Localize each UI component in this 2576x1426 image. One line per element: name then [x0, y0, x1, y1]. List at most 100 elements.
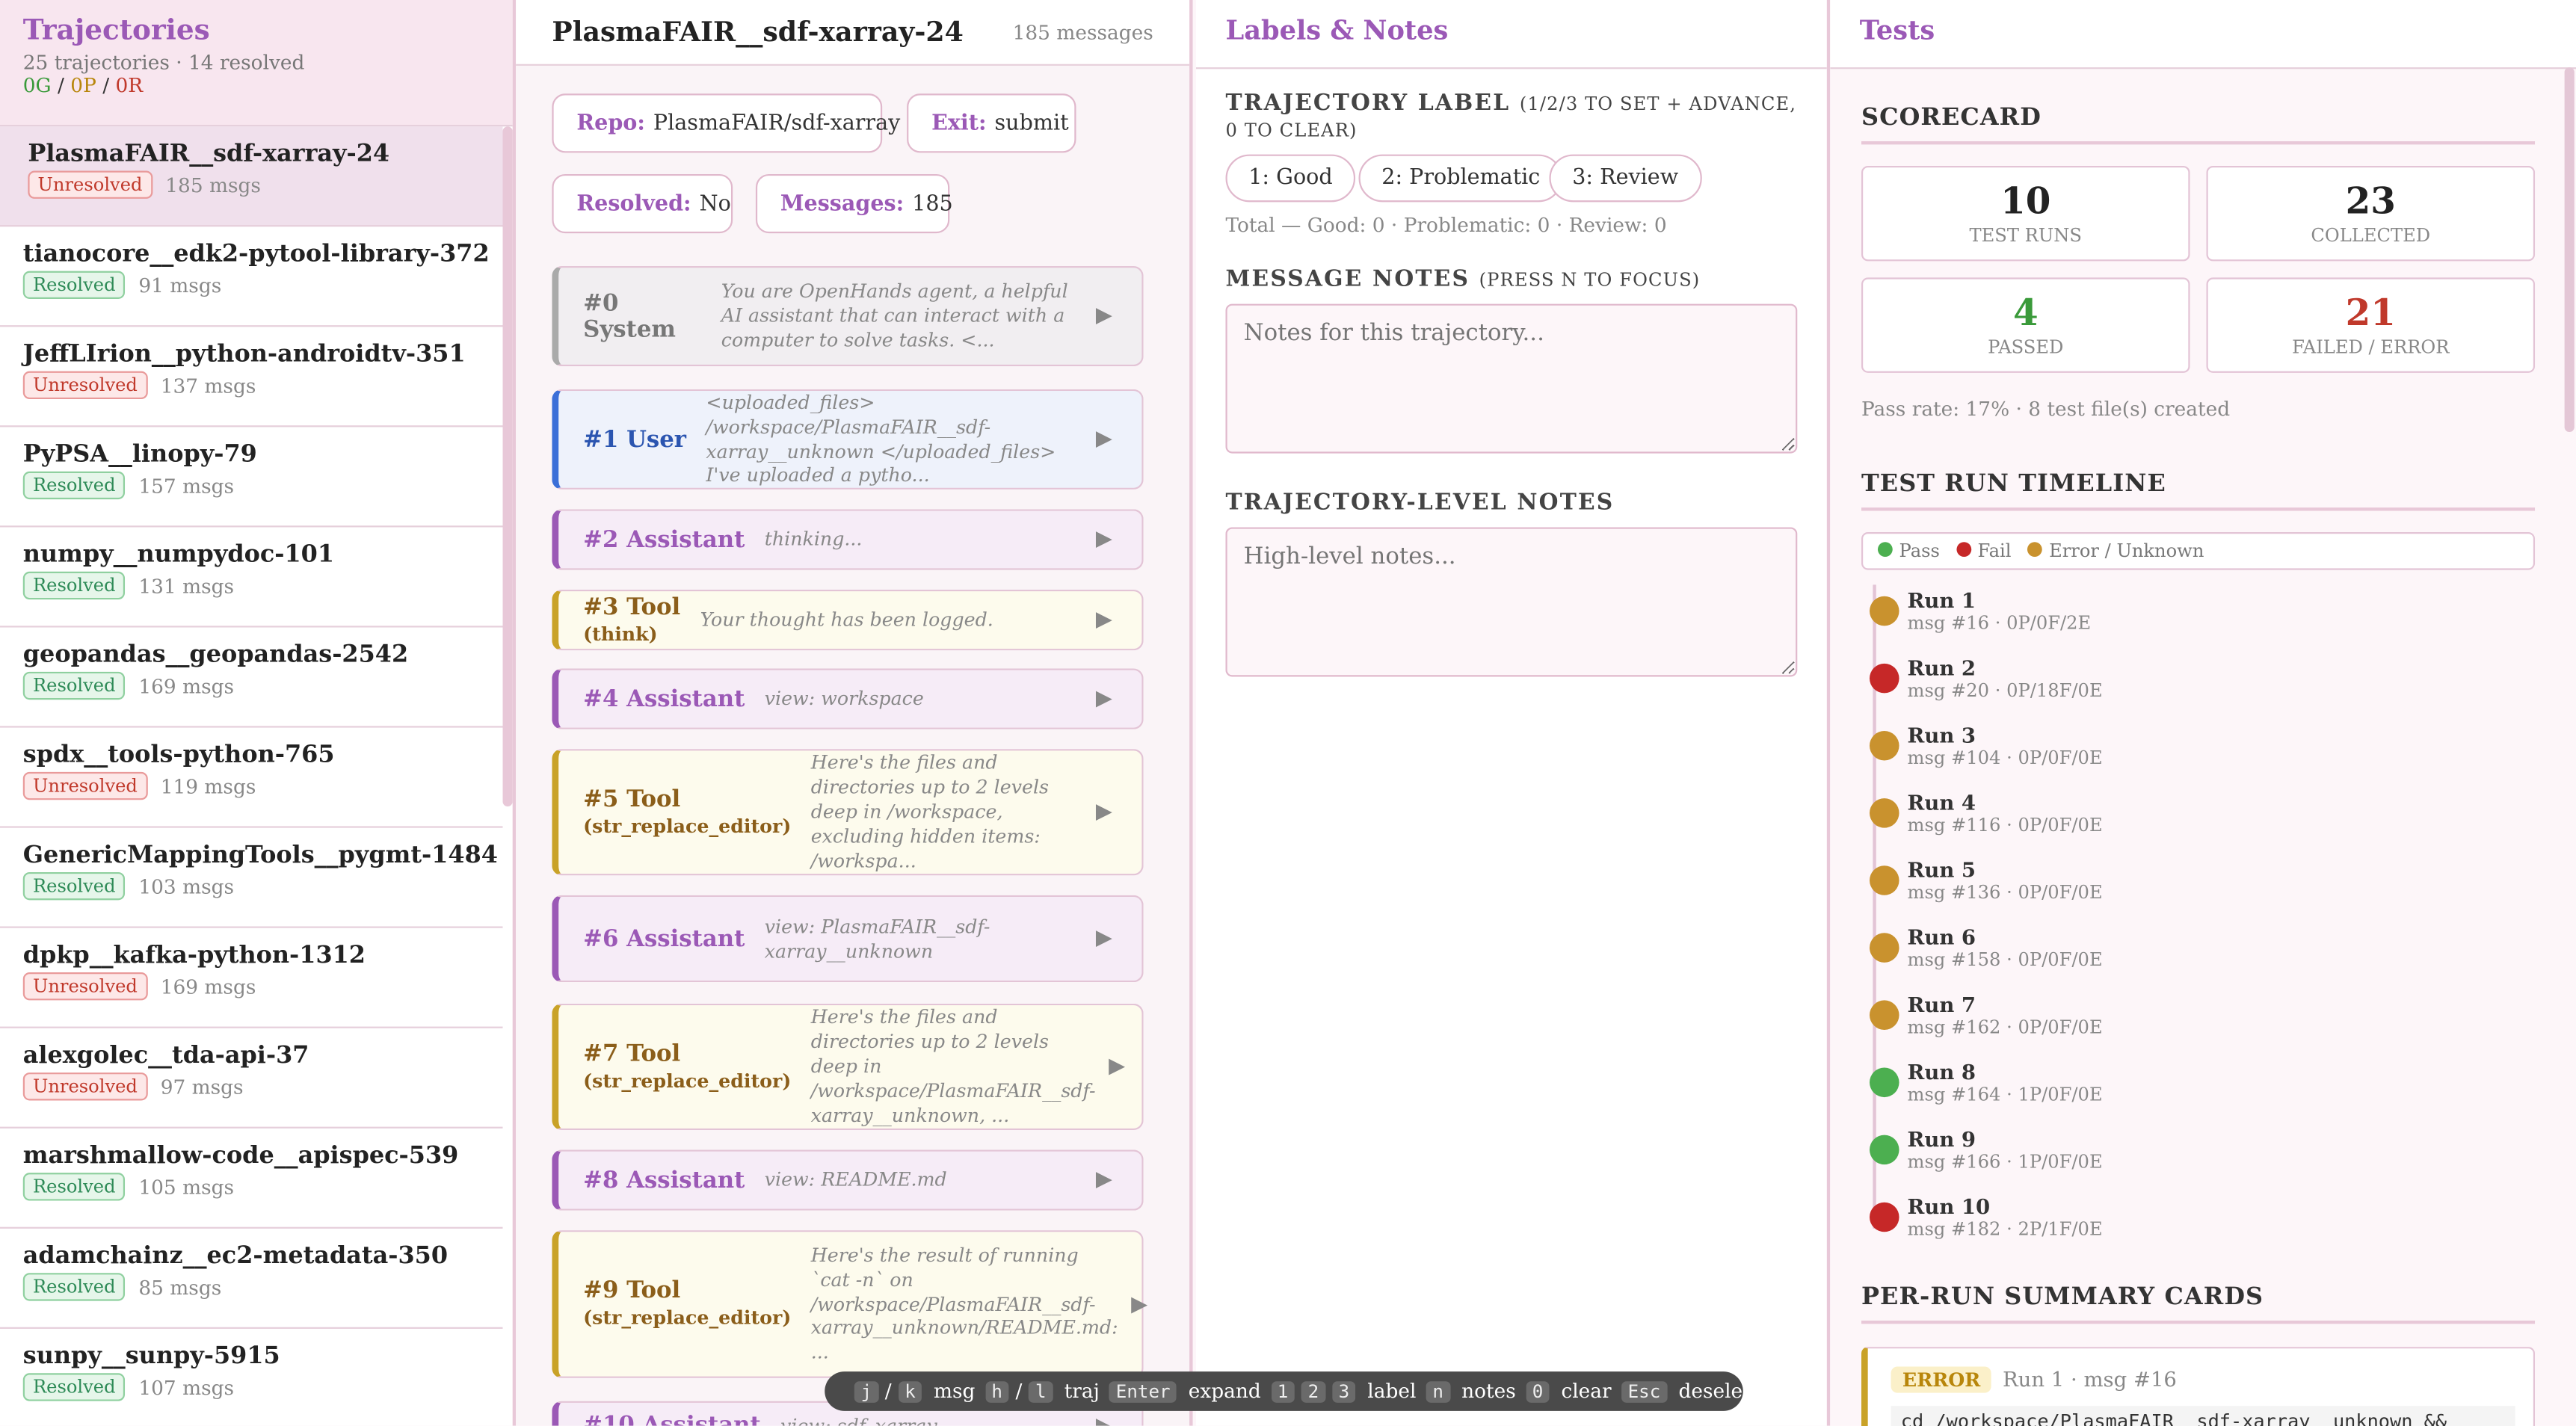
trajectory-item[interactable]: numpy__numpydoc-101 Resolved 131 msgs	[0, 527, 503, 628]
message-card[interactable]: #9 Tool (str_replace_editor) Here's the re…	[552, 1230, 1147, 1378]
message-count: 103 msgs	[138, 874, 235, 898]
expand-arrow-icon[interactable]: ▶	[1096, 1168, 1112, 1193]
trajectory-name: adamchainz__ec2-metadata-350	[22, 1241, 449, 1270]
message-count: 97 msgs	[160, 1075, 244, 1099]
labels-panel: Labels & Notes TRAJECTORY LABEL (1/2/3 T…	[1195, 0, 1831, 1426]
run-detail: msg #136 · 0P/0F/0E	[1907, 882, 2103, 904]
expand-arrow-icon[interactable]: ▶	[1096, 927, 1112, 951]
expand-arrow-icon[interactable]: ▶	[1109, 1055, 1125, 1079]
trajectory-item[interactable]: sunpy__sunpy-5915 Resolved 107 msgs	[0, 1329, 502, 1426]
expand-arrow-icon[interactable]: ▶	[1096, 427, 1112, 451]
trajectory-item[interactable]: JeffLIrion__python-androidtv-351 Unresolv…	[0, 327, 503, 428]
run-detail: msg #164 · 1P/0F/0E	[1907, 1084, 2103, 1106]
trajectory-item[interactable]: dpkp__kafka-python-1312 Unresolved 169 msg…	[0, 928, 503, 1028]
message-count: 169 msgs	[160, 975, 256, 998]
trajectory-label-heading: TRAJECTORY LABEL (1/2/3 TO SET + ADVANCE…	[1225, 90, 1797, 141]
trajectory-item[interactable]: GenericMappingTools__pygmt-1484 Resolved 1…	[0, 828, 503, 928]
label-totals: Total — Good: 0 · Problematic: 0 · Revie…	[1225, 213, 1667, 237]
run-status-dot-icon	[1869, 1202, 1899, 1232]
label-good-button[interactable]: 1: Good	[1225, 154, 1356, 203]
message-card[interactable]: #4 Assistant view: workspace ▶	[552, 668, 1144, 729]
message-card[interactable]: #7 Tool (str_replace_editor) Here's the fi…	[552, 1003, 1144, 1131]
shortcut-label: msg	[933, 1380, 976, 1403]
run-name: Run 10	[1907, 1194, 1991, 1219]
shortcut-group: h / l traj	[985, 1380, 1100, 1403]
run-command: cd /workspace/PlasmaFAIR__sdf-xarray__un…	[1891, 1406, 2515, 1426]
trajectory-item[interactable]: spdx__tools-python-765 Unresolved 119 msgs	[0, 728, 503, 828]
expand-arrow-icon[interactable]: ▶	[1096, 304, 1112, 329]
trajectory-name: JeffLIrion__python-androidtv-351	[22, 339, 466, 368]
status-badge: Resolved	[22, 671, 126, 700]
run-detail: msg #16 · 0P/0F/2E	[1907, 612, 2092, 635]
trajectory-name: tianocore__edk2-pytool-library-372	[22, 239, 490, 268]
shortcut-label: deselect	[1678, 1380, 1762, 1403]
message-preview: Your thought has been logged.	[700, 608, 993, 631]
key-cap: Enter	[1109, 1380, 1177, 1402]
message-preview: <uploaded_files> /workspace/PlasmaFAIR__…	[706, 390, 1056, 487]
message-card[interactable]: #3 Tool (think) Your thought has been logg…	[552, 589, 1144, 651]
trajectory-item[interactable]: tianocore__edk2-pytool-library-372 Resolv…	[0, 226, 503, 327]
shortcut-group: 0 clear	[1525, 1380, 1612, 1403]
trajectory-notes-textarea[interactable]	[1225, 527, 1798, 677]
run-status-dot-icon	[1869, 1000, 1899, 1030]
trajectory-item[interactable]: adamchainz__ec2-metadata-350 Resolved 85 m…	[0, 1229, 503, 1329]
expand-arrow-icon[interactable]: ▶	[1131, 1291, 1147, 1316]
expand-arrow-icon[interactable]: ▶	[1096, 527, 1112, 552]
trajectory-item[interactable]: marshmallow-code__apispec-539 Resolved 105…	[0, 1129, 503, 1229]
summary-heading: PER-RUN SUMMARY CARDS	[1861, 1283, 2536, 1324]
shortcut-label: traj	[1064, 1380, 1100, 1403]
trajectory-name: sunpy__sunpy-5915	[22, 1342, 280, 1370]
expand-arrow-icon[interactable]: ▶	[1096, 1413, 1112, 1425]
run-status-dot-icon	[1869, 1135, 1899, 1165]
shortcut-label: label	[1367, 1380, 1417, 1403]
run-name: Run 8	[1907, 1059, 1976, 1084]
expand-arrow-icon[interactable]: ▶	[1096, 800, 1112, 824]
labels-title: Labels & Notes	[1195, 0, 1827, 70]
status-badge: Resolved	[22, 1373, 126, 1401]
expand-arrow-icon[interactable]: ▶	[1096, 687, 1112, 712]
trajectory-notes-heading: TRAJECTORY-LEVEL NOTES	[1225, 489, 1615, 516]
trajectory-name: GenericMappingTools__pygmt-1484	[22, 841, 498, 869]
message-role: #0 System	[583, 289, 676, 343]
trajectory-item[interactable]: PyPSA__linopy-79 Resolved 157 msgs	[0, 427, 503, 528]
trajectory-item[interactable]: geopandas__geopandas-2542 Resolved 169 msg…	[0, 628, 503, 728]
message-card[interactable]: #1 User <uploaded_files> /workspace/Plasm…	[552, 389, 1144, 490]
message-card[interactable]: #2 Assistant thinking... ▶	[552, 509, 1144, 570]
run-detail: msg #182 · 2P/1F/0E	[1907, 1218, 2103, 1241]
message-card[interactable]: #5 Tool (str_replace_editor) Here's the fi…	[552, 749, 1144, 876]
message-notes-heading: MESSAGE NOTES (PRESS N TO FOCUS)	[1225, 266, 1701, 293]
run-status-dot-icon	[1869, 730, 1899, 761]
shortcut-bar: j / k msg h / l traj Enter expand 1 2 3 label n notes 0 c…	[825, 1371, 1762, 1411]
trajectory-item[interactable]: PlasmaFAIR__sdf-xarray-24 Unresolved 185 m…	[0, 126, 503, 227]
label-problematic-button[interactable]: 2: Problematic	[1358, 154, 1564, 203]
trajectory-item[interactable]: alexgolec__tda-api-37 Unresolved 97 msgs	[0, 1028, 503, 1129]
run-detail: msg #116 · 0P/0F/0E	[1907, 815, 2103, 836]
message-card[interactable]: #0 System You are OpenHands agent, a help…	[552, 266, 1144, 367]
message-preview: thinking...	[764, 527, 863, 551]
message-count: 91 msgs	[138, 273, 222, 297]
message-preview: view: workspace	[764, 686, 924, 710]
message-card[interactable]: #6 Assistant view: PlasmaFAIR__sdf-xarray…	[552, 895, 1144, 983]
sidebar-scrollbar[interactable]	[502, 126, 513, 807]
status-badge: Resolved	[22, 1173, 126, 1201]
status-badge: Resolved	[22, 271, 126, 299]
message-role: #8 Assistant	[583, 1167, 745, 1194]
run-detail: msg #166 · 1P/0F/0E	[1907, 1151, 2103, 1173]
legend-fail: Fail	[1956, 540, 2012, 562]
tests-scrollbar[interactable]	[2564, 67, 2575, 432]
resolved-chip: Resolved: No	[552, 173, 733, 234]
run-name: Run 4	[1907, 790, 1976, 815]
label-review-button[interactable]: 3: Review	[1549, 154, 1701, 203]
sidebar-summary: 25 trajectories · 14 resolved	[22, 51, 305, 74]
shortcut-label: notes	[1461, 1380, 1516, 1403]
expand-arrow-icon[interactable]: ▶	[1096, 608, 1112, 632]
message-card[interactable]: #8 Assistant view: README.md ▶	[552, 1149, 1144, 1211]
message-notes-textarea[interactable]	[1225, 303, 1798, 454]
trajectory-name: PlasmaFAIR__sdf-xarray-24	[28, 139, 390, 168]
run-summary-card[interactable]: ERROR Run 1 · msg #16 cd /workspace/Plas…	[1861, 1347, 2536, 1426]
message-count: 169 msgs	[138, 674, 235, 697]
message-preview: view: PlasmaFAIR__sdf-xarray__unknown	[764, 914, 990, 962]
run-status-dot-icon	[1869, 596, 1899, 626]
sidebar-title: Trajectories	[22, 14, 210, 48]
key-cap: h	[985, 1380, 1009, 1402]
